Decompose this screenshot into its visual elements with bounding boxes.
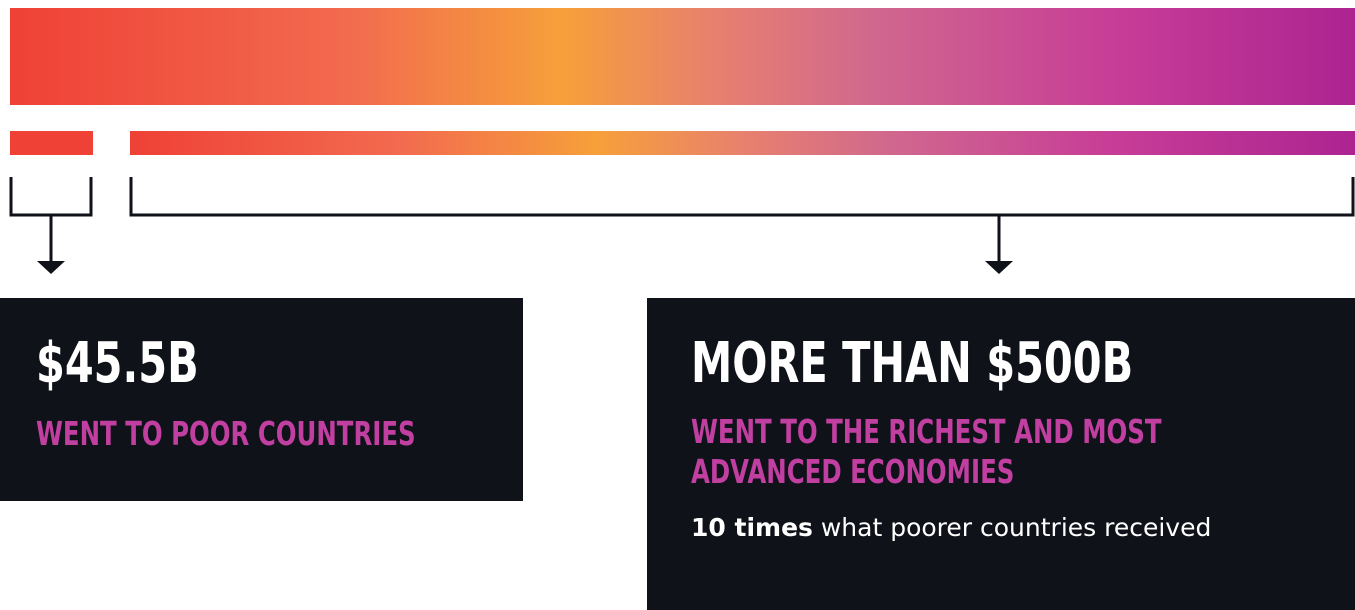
rich-economies-box: MORE THAN $500B WENT TO THE RICHEST AND … xyxy=(647,298,1355,610)
rich-description-line2: ADVANCED ECONOMIES xyxy=(691,452,1015,491)
total-gradient-bar xyxy=(10,8,1355,105)
poor-countries-box: $45.5B WENT TO POOR COUNTRIES xyxy=(0,298,523,501)
rich-description-line1: WENT TO THE RICHEST AND MOST xyxy=(691,412,1162,451)
rich-economies-bar xyxy=(130,131,1355,155)
poor-description: WENT TO POOR COUNTRIES xyxy=(36,414,416,453)
poor-bracket xyxy=(9,177,93,262)
rich-note-strong: 10 times xyxy=(691,513,813,542)
rich-note: 10 times what poorer countries received xyxy=(691,512,1355,544)
rich-arrow-down-icon xyxy=(985,261,1013,274)
rich-amount: MORE THAN $500B xyxy=(691,331,1134,396)
poor-amount: $45.5B xyxy=(36,331,199,396)
poor-arrow-down-icon xyxy=(37,261,65,274)
rich-note-rest: what poorer countries received xyxy=(812,513,1212,542)
rich-bracket xyxy=(129,177,1355,262)
poor-countries-bar xyxy=(10,131,93,155)
